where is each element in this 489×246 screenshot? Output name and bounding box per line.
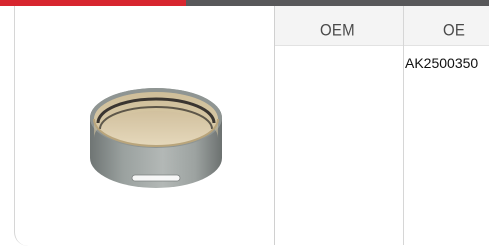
product-image-panel: [14, 6, 275, 245]
column-header-oem: OEM: [320, 21, 355, 40]
bushing-ring-icon[interactable]: [86, 80, 226, 196]
column-divider: [403, 6, 404, 245]
column-header-oe: OE: [443, 21, 466, 40]
product-card-frame: OEM OE AK2500350: [0, 0, 489, 246]
oe-number-cell[interactable]: AK2500350: [405, 55, 478, 71]
